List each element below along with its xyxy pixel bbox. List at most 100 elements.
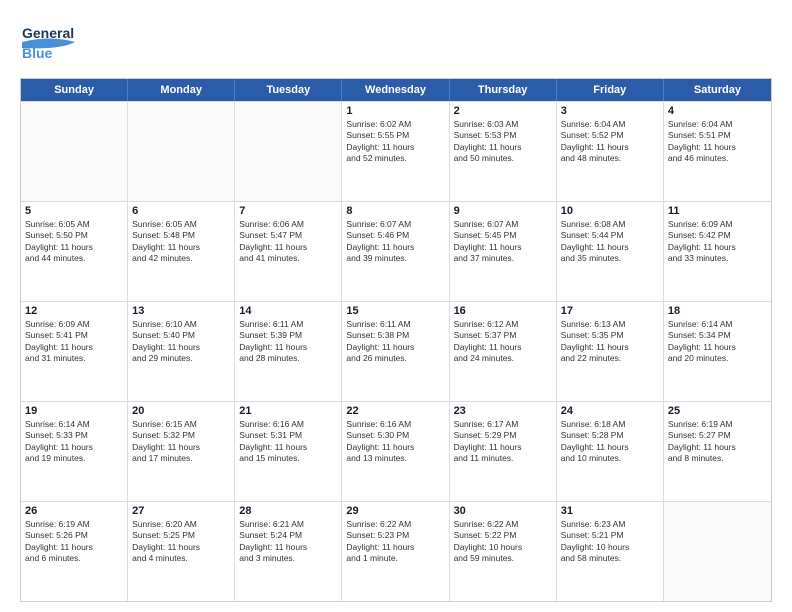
day-info: Sunrise: 6:08 AM Sunset: 5:44 PM Dayligh… xyxy=(561,219,659,265)
day-cell-9: 9 Sunrise: 6:07 AM Sunset: 5:45 PM Daylig… xyxy=(450,202,557,301)
calendar-row-5: 26Sunrise: 6:19 AM Sunset: 5:26 PM Dayli… xyxy=(21,501,771,601)
day-number: 10 xyxy=(561,205,659,217)
day-info: Sunrise: 6:11 AM Sunset: 5:39 PM Dayligh… xyxy=(239,319,337,365)
day-number: 13 xyxy=(132,305,230,317)
header-day-thursday: Thursday xyxy=(450,79,557,101)
calendar: SundayMondayTuesdayWednesdayThursdayFrid… xyxy=(20,78,772,602)
day-cell-10: 10 Sunrise: 6:08 AM Sunset: 5:44 PM Dayli… xyxy=(557,202,664,301)
day-cell-18: 18 Sunrise: 6:14 AM Sunset: 5:34 PM Dayli… xyxy=(664,302,771,401)
logo: General Blue xyxy=(20,20,110,70)
day-number: 17 xyxy=(561,305,659,317)
day-number: 31 xyxy=(561,505,659,517)
day-info: Sunrise: 6:13 AM Sunset: 5:35 PM Dayligh… xyxy=(561,319,659,365)
day-number: 11 xyxy=(668,205,767,217)
header-day-sunday: Sunday xyxy=(21,79,128,101)
day-cell-17: 17 Sunrise: 6:13 AM Sunset: 5:35 PM Dayli… xyxy=(557,302,664,401)
day-cell-14: 14 Sunrise: 6:11 AM Sunset: 5:39 PM Dayli… xyxy=(235,302,342,401)
header-day-tuesday: Tuesday xyxy=(235,79,342,101)
empty-cell xyxy=(664,502,771,601)
day-cell-15: 15 Sunrise: 6:11 AM Sunset: 5:38 PM Dayli… xyxy=(342,302,449,401)
day-number: 1 xyxy=(346,105,444,117)
day-cell-19: 19 Sunrise: 6:14 AM Sunset: 5:33 PM Dayli… xyxy=(21,402,128,501)
day-number: 28 xyxy=(239,505,337,517)
day-info: Sunrise: 6:07 AM Sunset: 5:45 PM Dayligh… xyxy=(454,219,552,265)
day-info: Sunrise: 6:05 AM Sunset: 5:50 PM Dayligh… xyxy=(25,219,123,265)
day-cell-11: 11 Sunrise: 6:09 AM Sunset: 5:42 PM Dayli… xyxy=(664,202,771,301)
day-info: Sunrise: 6:16 AM Sunset: 5:31 PM Dayligh… xyxy=(239,419,337,465)
day-info: Sunrise: 6:02 AM Sunset: 5:55 PM Dayligh… xyxy=(346,119,444,165)
day-info: Sunrise: 6:03 AM Sunset: 5:53 PM Dayligh… xyxy=(454,119,552,165)
day-cell-22: 22 Sunrise: 6:16 AM Sunset: 5:30 PM Dayli… xyxy=(342,402,449,501)
day-cell-20: 20Sunrise: 6:15 AM Sunset: 5:32 PM Dayli… xyxy=(128,402,235,501)
day-cell-16: 16 Sunrise: 6:12 AM Sunset: 5:37 PM Dayli… xyxy=(450,302,557,401)
day-info: Sunrise: 6:16 AM Sunset: 5:30 PM Dayligh… xyxy=(346,419,444,465)
day-info: Sunrise: 6:19 AM Sunset: 5:27 PM Dayligh… xyxy=(668,419,767,465)
empty-cell xyxy=(21,102,128,201)
day-number: 14 xyxy=(239,305,337,317)
day-number: 27 xyxy=(132,505,230,517)
calendar-row-4: 19 Sunrise: 6:14 AM Sunset: 5:33 PM Dayli… xyxy=(21,401,771,501)
day-number: 6 xyxy=(132,205,230,217)
day-info: Sunrise: 6:06 AM Sunset: 5:47 PM Dayligh… xyxy=(239,219,337,265)
day-number: 15 xyxy=(346,305,444,317)
day-number: 16 xyxy=(454,305,552,317)
day-cell-12: 12 Sunrise: 6:09 AM Sunset: 5:41 PM Dayli… xyxy=(21,302,128,401)
calendar-row-3: 12 Sunrise: 6:09 AM Sunset: 5:41 PM Dayli… xyxy=(21,301,771,401)
day-cell-7: 7 Sunrise: 6:06 AM Sunset: 5:47 PM Daylig… xyxy=(235,202,342,301)
day-info: Sunrise: 6:18 AM Sunset: 5:28 PM Dayligh… xyxy=(561,419,659,465)
day-cell-30: 30Sunrise: 6:22 AM Sunset: 5:22 PM Dayli… xyxy=(450,502,557,601)
day-number: 22 xyxy=(346,405,444,417)
day-cell-28: 28 Sunrise: 6:21 AM Sunset: 5:24 PM Dayli… xyxy=(235,502,342,601)
empty-cell xyxy=(235,102,342,201)
day-number: 2 xyxy=(454,105,552,117)
calendar-row-1: 1 Sunrise: 6:02 AM Sunset: 5:55 PM Daylig… xyxy=(21,101,771,201)
day-info: Sunrise: 6:05 AM Sunset: 5:48 PM Dayligh… xyxy=(132,219,230,265)
day-number: 5 xyxy=(25,205,123,217)
calendar-header: SundayMondayTuesdayWednesdayThursdayFrid… xyxy=(21,79,771,101)
day-cell-27: 27Sunrise: 6:20 AM Sunset: 5:25 PM Dayli… xyxy=(128,502,235,601)
day-cell-1: 1 Sunrise: 6:02 AM Sunset: 5:55 PM Daylig… xyxy=(342,102,449,201)
day-number: 20 xyxy=(132,405,230,417)
day-info: Sunrise: 6:17 AM Sunset: 5:29 PM Dayligh… xyxy=(454,419,552,465)
day-number: 30 xyxy=(454,505,552,517)
day-cell-2: 2 Sunrise: 6:03 AM Sunset: 5:53 PM Daylig… xyxy=(450,102,557,201)
day-number: 24 xyxy=(561,405,659,417)
day-number: 9 xyxy=(454,205,552,217)
day-number: 29 xyxy=(346,505,444,517)
day-cell-8: 8Sunrise: 6:07 AM Sunset: 5:46 PM Daylig… xyxy=(342,202,449,301)
day-number: 19 xyxy=(25,405,123,417)
day-info: Sunrise: 6:14 AM Sunset: 5:33 PM Dayligh… xyxy=(25,419,123,465)
day-number: 25 xyxy=(668,405,767,417)
day-cell-4: 4Sunrise: 6:04 AM Sunset: 5:51 PM Daylig… xyxy=(664,102,771,201)
day-info: Sunrise: 6:21 AM Sunset: 5:24 PM Dayligh… xyxy=(239,519,337,565)
day-info: Sunrise: 6:11 AM Sunset: 5:38 PM Dayligh… xyxy=(346,319,444,365)
day-cell-21: 21 Sunrise: 6:16 AM Sunset: 5:31 PM Dayli… xyxy=(235,402,342,501)
header-day-saturday: Saturday xyxy=(664,79,771,101)
day-number: 12 xyxy=(25,305,123,317)
day-number: 7 xyxy=(239,205,337,217)
day-info: Sunrise: 6:12 AM Sunset: 5:37 PM Dayligh… xyxy=(454,319,552,365)
header-day-monday: Monday xyxy=(128,79,235,101)
day-number: 26 xyxy=(25,505,123,517)
day-info: Sunrise: 6:09 AM Sunset: 5:42 PM Dayligh… xyxy=(668,219,767,265)
day-cell-23: 23 Sunrise: 6:17 AM Sunset: 5:29 PM Dayli… xyxy=(450,402,557,501)
day-info: Sunrise: 6:23 AM Sunset: 5:21 PM Dayligh… xyxy=(561,519,659,565)
day-cell-29: 29Sunrise: 6:22 AM Sunset: 5:23 PM Dayli… xyxy=(342,502,449,601)
day-info: Sunrise: 6:09 AM Sunset: 5:41 PM Dayligh… xyxy=(25,319,123,365)
day-info: Sunrise: 6:04 AM Sunset: 5:52 PM Dayligh… xyxy=(561,119,659,165)
day-cell-13: 13 Sunrise: 6:10 AM Sunset: 5:40 PM Dayli… xyxy=(128,302,235,401)
day-number: 23 xyxy=(454,405,552,417)
empty-cell xyxy=(128,102,235,201)
day-cell-24: 24 Sunrise: 6:18 AM Sunset: 5:28 PM Dayli… xyxy=(557,402,664,501)
day-cell-6: 6 Sunrise: 6:05 AM Sunset: 5:48 PM Daylig… xyxy=(128,202,235,301)
day-info: Sunrise: 6:10 AM Sunset: 5:40 PM Dayligh… xyxy=(132,319,230,365)
calendar-row-2: 5 Sunrise: 6:05 AM Sunset: 5:50 PM Daylig… xyxy=(21,201,771,301)
day-info: Sunrise: 6:07 AM Sunset: 5:46 PM Dayligh… xyxy=(346,219,444,265)
day-number: 18 xyxy=(668,305,767,317)
day-number: 3 xyxy=(561,105,659,117)
day-number: 21 xyxy=(239,405,337,417)
day-cell-3: 3 Sunrise: 6:04 AM Sunset: 5:52 PM Daylig… xyxy=(557,102,664,201)
day-info: Sunrise: 6:14 AM Sunset: 5:34 PM Dayligh… xyxy=(668,319,767,365)
svg-text:Blue: Blue xyxy=(22,45,53,61)
day-info: Sunrise: 6:04 AM Sunset: 5:51 PM Dayligh… xyxy=(668,119,767,165)
